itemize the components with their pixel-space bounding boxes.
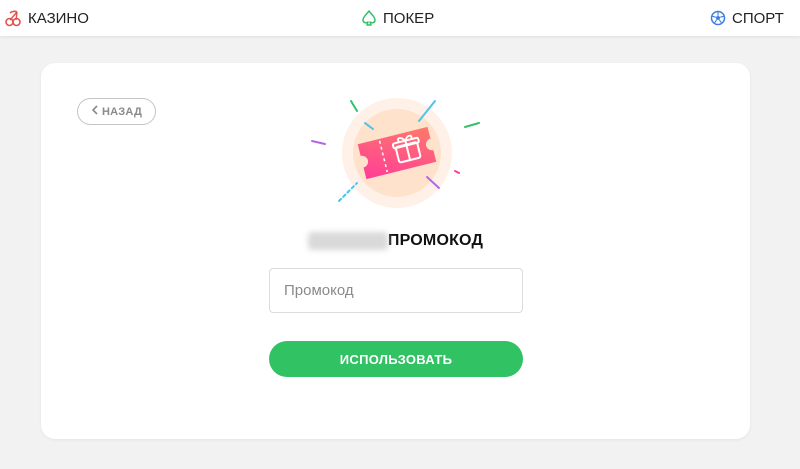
- nav-sport-label: СПОРТ: [732, 9, 784, 27]
- nav-casino-label: КАЗИНО: [28, 9, 89, 27]
- use-promo-button[interactable]: ИСПОЛЬЗОВАТЬ: [269, 341, 523, 377]
- promo-title-row: ПРОМОКОД: [41, 232, 750, 250]
- spade-icon: [361, 9, 377, 27]
- blurred-text: [307, 232, 388, 250]
- promo-code-input[interactable]: [269, 268, 523, 313]
- nav-poker-label: ПОКЕР: [383, 9, 435, 27]
- back-button-label: НАЗАД: [102, 105, 142, 118]
- back-button[interactable]: НАЗАД: [77, 98, 156, 125]
- promo-card: НАЗАД ПРОМОКОД Промокод ИСПОЛЬЗОВАТЬ: [41, 63, 750, 439]
- gift-ticket-icon: [307, 93, 487, 213]
- cherries-icon: [4, 9, 22, 27]
- soccer-ball-icon: [710, 10, 726, 26]
- chevron-left-icon: [91, 105, 99, 118]
- nav-casino[interactable]: КАЗИНО: [4, 0, 89, 36]
- nav-sport[interactable]: СПОРТ: [710, 0, 784, 36]
- top-navigation: КАЗИНО ПОКЕР СПОРТ: [0, 0, 800, 36]
- page-title: ПРОМОКОД: [387, 232, 484, 249]
- nav-poker[interactable]: ПОКЕР: [361, 0, 434, 36]
